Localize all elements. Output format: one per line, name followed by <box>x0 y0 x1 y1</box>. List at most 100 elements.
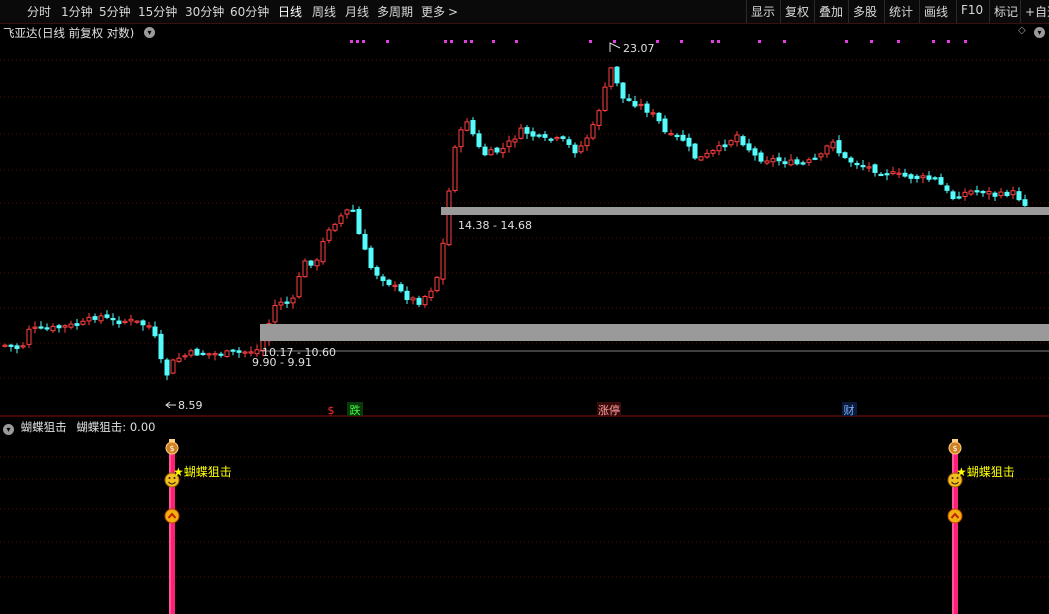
candle-body <box>992 192 998 197</box>
candle-body <box>152 326 158 337</box>
toolbar-button-3[interactable]: 多股 <box>853 3 877 20</box>
period-tab-10[interactable]: 更多 > <box>421 3 458 20</box>
zone-lower-label-b: 9.90 - 9.91 <box>252 356 312 369</box>
candle-body <box>284 301 290 304</box>
indicator-panel[interactable]: $ ★蝴蝶狙击 $ ★蝴蝶狙击 <box>0 418 1049 614</box>
candle-body <box>236 350 242 353</box>
toolbar-button-1[interactable]: 复权 <box>785 3 809 20</box>
candle-body <box>836 140 842 154</box>
support-zone-lower[interactable] <box>260 324 1049 341</box>
toolbar-button-5[interactable]: 画线 <box>924 3 948 20</box>
event-dot <box>656 40 659 43</box>
price-high-label: 23.07 <box>623 42 655 55</box>
period-tab-7[interactable]: 周线 <box>312 3 336 20</box>
candle-body <box>218 353 224 356</box>
candle-body <box>716 145 722 152</box>
event-dot <box>350 40 353 43</box>
period-tab-8[interactable]: 月线 <box>345 3 369 20</box>
candle-body <box>20 345 26 348</box>
candle-body <box>428 290 434 298</box>
period-tab-5[interactable]: 60分钟 <box>230 3 269 20</box>
candle-body <box>878 173 884 177</box>
candle-body <box>140 320 146 326</box>
event-dot <box>870 40 873 43</box>
event-dot <box>464 40 467 43</box>
candle-body <box>932 177 938 180</box>
toolbar-button-2[interactable]: 叠加 <box>819 3 843 20</box>
candle-body <box>62 325 68 328</box>
event-dot <box>613 40 616 43</box>
high-marker-flag <box>609 42 621 52</box>
candle-body <box>1022 199 1028 206</box>
event-dot <box>444 40 447 43</box>
period-tab-9[interactable]: 多周期 <box>377 3 413 20</box>
candle-body <box>392 284 398 287</box>
candle-body <box>842 152 848 159</box>
candle-body <box>494 147 500 153</box>
toolbar-button-8[interactable]: +自选 <box>1025 3 1049 20</box>
candle-body <box>776 157 782 162</box>
candle-body <box>188 350 194 356</box>
candle-body <box>362 233 368 250</box>
period-tab-3[interactable]: 15分钟 <box>138 3 177 20</box>
candle-body <box>770 158 776 163</box>
toolbar-button-4[interactable]: 统计 <box>889 3 913 20</box>
candlestick-chart[interactable]: 14.38 - 14.6810.17 - 10.609.90 - 9.9123.… <box>0 40 1049 417</box>
diamond-icon[interactable]: ◇ <box>1018 25 1026 36</box>
period-tab-6[interactable]: 日线 <box>278 3 302 20</box>
candle-body <box>200 352 206 356</box>
zone-upper-label: 14.38 - 14.68 <box>458 219 532 232</box>
candle-body <box>332 223 338 231</box>
candle-body <box>596 110 602 126</box>
candle-body <box>632 101 638 107</box>
period-tab-4[interactable]: 30分钟 <box>185 3 224 20</box>
candle-body <box>998 191 1004 197</box>
candle-body <box>710 150 716 154</box>
candle-body <box>968 190 974 195</box>
candle-body <box>542 134 548 138</box>
candle-body <box>896 172 902 175</box>
event-dot <box>470 40 473 43</box>
candle-body <box>446 190 452 246</box>
chart-title: 飞亚达(日线 前复权 对数) <box>3 25 134 41</box>
toolbar-button-7[interactable]: 标记 <box>994 3 1018 20</box>
toolbar-button-6[interactable]: F10 <box>961 3 983 17</box>
event-dot <box>589 40 592 43</box>
candle-body <box>206 353 212 356</box>
signal-label: ★蝴蝶狙击 <box>173 464 232 479</box>
chart-settings-dropdown-icon[interactable]: ▾ <box>144 27 155 38</box>
more-arrow-icon: > <box>448 5 459 19</box>
candle-body <box>116 320 122 325</box>
up-chevron-icon <box>947 508 963 524</box>
candle-body <box>638 103 644 107</box>
candle-body <box>68 323 74 328</box>
candle-body <box>320 241 326 263</box>
event-dot <box>492 40 495 43</box>
candle-body <box>782 161 788 165</box>
toolbar-separator <box>1020 0 1021 23</box>
candle-body <box>338 215 344 224</box>
money-bag-tie <box>169 439 175 442</box>
candle-body <box>254 349 260 355</box>
candle-body <box>614 66 620 84</box>
event-fall-label: 跌 <box>350 403 361 417</box>
candle-body <box>854 162 860 166</box>
period-tab-1[interactable]: 1分钟 <box>61 3 93 20</box>
period-tab-0[interactable]: 分时 <box>27 3 51 20</box>
toolbar-separator <box>848 0 849 23</box>
candle-body <box>860 165 866 168</box>
candle-body <box>440 242 446 280</box>
chart-options-icon[interactable]: ▾ <box>1034 27 1045 38</box>
candle-body <box>530 131 536 137</box>
toolbar-button-0[interactable]: 显示 <box>751 3 775 20</box>
resistance-zone-upper[interactable] <box>441 207 1049 215</box>
candle-body <box>464 121 470 131</box>
toolbar-separator <box>780 0 781 23</box>
candle-body <box>326 229 332 241</box>
candle-body <box>434 276 440 292</box>
event-dot <box>450 40 453 43</box>
candle-body <box>506 140 512 148</box>
candle-body <box>212 353 218 356</box>
period-tab-2[interactable]: 5分钟 <box>99 3 131 20</box>
candle-body <box>656 112 662 122</box>
